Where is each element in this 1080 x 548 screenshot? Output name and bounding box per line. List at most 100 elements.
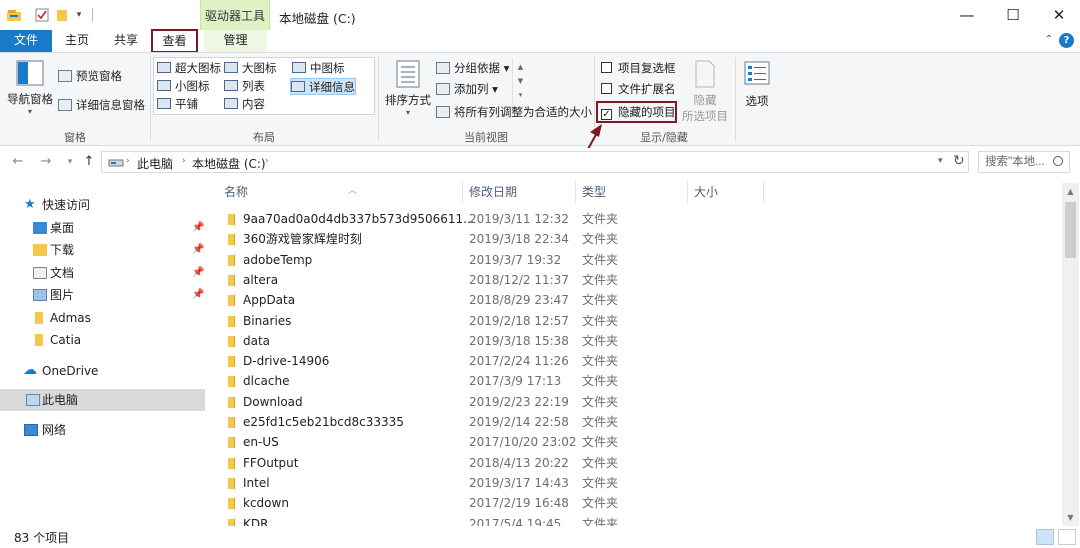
minimize-button[interactable]: — <box>944 0 990 30</box>
details-pane-button[interactable]: 详细信息窗格 <box>58 96 145 114</box>
breadcrumb-separator-icon[interactable]: › <box>182 156 186 166</box>
nav-item-admas[interactable]: Admas <box>0 307 205 329</box>
help-icon[interactable]: ? <box>1059 33 1074 48</box>
file-name[interactable]: 360游戏管家辉煌时刻 <box>243 229 362 249</box>
nav-item-documents[interactable]: 文档 📌 <box>0 262 205 284</box>
properties-icon[interactable] <box>34 7 50 23</box>
file-name[interactable]: data <box>243 331 270 351</box>
nav-item-pictures[interactable]: 图片 📌 <box>0 284 205 306</box>
preview-pane-button[interactable]: 预览窗格 <box>58 67 122 85</box>
details-view-button[interactable] <box>1036 529 1054 545</box>
breadcrumb-separator-icon[interactable]: › <box>265 156 269 166</box>
layout-extra-large-icons[interactable]: 超大图标 <box>157 60 221 77</box>
nav-item-desktop[interactable]: 桌面 📌 <box>0 217 205 239</box>
back-arrow-icon[interactable]: ← <box>10 153 26 171</box>
layout-small-icons[interactable]: 小图标 <box>157 78 210 95</box>
table-row[interactable]: e25fd1c5eb21bcd8c33335 2019/2/14 22:58 文件夹 <box>212 412 1062 432</box>
add-columns-button[interactable]: 添加列 ▾ <box>436 80 498 98</box>
file-name[interactable]: FFOutput <box>243 453 299 473</box>
scroll-up-arrow-icon[interactable]: ▲ <box>1062 183 1079 200</box>
column-header-name[interactable]: 名称 ︿ <box>224 182 357 202</box>
refresh-icon[interactable]: ↻ <box>953 153 965 169</box>
nav-onedrive[interactable]: ☁ OneDrive <box>0 360 205 382</box>
size-all-columns-button[interactable]: 将所有列调整为合适的大小 <box>436 103 592 121</box>
tab-share[interactable]: 共享 <box>103 30 149 52</box>
file-name[interactable]: e25fd1c5eb21bcd8c33335 <box>243 412 404 432</box>
file-name[interactable]: Binaries <box>243 311 291 331</box>
scroll-down-arrow-icon[interactable]: ▼ <box>1062 509 1079 526</box>
file-name[interactable]: kcdown <box>243 493 289 513</box>
nav-item-downloads[interactable]: 下载 📌 <box>0 239 205 261</box>
column-header-type[interactable]: 类型 <box>582 182 606 202</box>
layout-large-icons[interactable]: 大图标 <box>224 60 277 77</box>
customize-quick-access-dropdown[interactable]: ▾ <box>74 7 84 23</box>
file-name[interactable]: Download <box>243 392 303 412</box>
pin-icon[interactable]: 📌 <box>192 239 204 261</box>
column-divider[interactable] <box>462 180 463 204</box>
tab-home[interactable]: 主页 <box>54 30 100 52</box>
layout-details[interactable]: 详细信息 <box>290 78 356 95</box>
table-row[interactable]: 9aa70ad0a0d4db337b573d9506611... 2019/3/1… <box>212 209 1062 229</box>
column-divider[interactable] <box>575 180 576 204</box>
item-checkboxes-checkbox[interactable] <box>601 62 612 73</box>
vertical-scrollbar[interactable]: ▲ ▼ <box>1062 183 1079 526</box>
table-row[interactable]: Download 2019/2/23 22:19 文件夹 <box>212 392 1062 412</box>
new-folder-icon[interactable] <box>56 7 70 23</box>
address-bar[interactable]: › 此电脑 › 本地磁盘 (C:) › ▾ ↻ <box>101 151 969 173</box>
scroll-thumb[interactable] <box>1065 202 1076 258</box>
table-row[interactable]: FFOutput 2018/4/13 20:22 文件夹 <box>212 453 1062 473</box>
file-name[interactable]: Intel <box>243 473 270 493</box>
layout-content[interactable]: 内容 <box>224 96 265 113</box>
table-row[interactable]: D-drive-14906 2017/2/24 11:26 文件夹 <box>212 351 1062 371</box>
table-row[interactable]: en-US 2017/10/20 23:02 文件夹 <box>212 432 1062 452</box>
column-header-date[interactable]: 修改日期 <box>469 182 517 202</box>
file-name[interactable]: en-US <box>243 432 279 452</box>
large-icons-view-button[interactable] <box>1058 529 1076 545</box>
table-row[interactable]: 360游戏管家辉煌时刻 2019/3/18 22:34 文件夹 <box>212 229 1062 249</box>
table-row[interactable]: Intel 2019/3/17 14:43 文件夹 <box>212 473 1062 493</box>
minimize-ribbon-icon[interactable]: ⌃ <box>1043 34 1055 45</box>
hide-selected-items-button[interactable]: 隐藏 所选项目 <box>680 57 730 124</box>
table-row[interactable]: data 2019/3/18 15:38 文件夹 <box>212 331 1062 351</box>
nav-network[interactable]: 网络 <box>0 419 205 441</box>
nav-quick-access[interactable]: ★ 快速访问 <box>0 194 205 216</box>
tab-view[interactable]: 查看 <box>151 29 198 53</box>
breadcrumb-local-disk[interactable]: 本地磁盘 (C:) <box>192 155 266 172</box>
explorer-app-icon[interactable] <box>6 7 22 23</box>
tab-file[interactable]: 文件 <box>0 30 52 52</box>
forward-arrow-icon[interactable]: → <box>38 153 54 171</box>
group-by-button[interactable]: 分组依据 ▾ <box>436 59 509 77</box>
nav-this-pc[interactable]: 此电脑 <box>0 389 205 411</box>
file-name[interactable]: dlcache <box>243 371 290 391</box>
column-header-size[interactable]: 大小 <box>694 182 718 202</box>
file-name[interactable]: altera <box>243 270 278 290</box>
up-arrow-icon[interactable]: ↑ <box>81 153 97 171</box>
file-extensions-toggle[interactable]: 文件扩展名 <box>601 80 676 98</box>
file-extensions-checkbox[interactable] <box>601 83 612 94</box>
options-button[interactable]: 选项 <box>738 57 776 109</box>
file-name[interactable]: adobeTemp <box>243 250 312 270</box>
close-button[interactable]: ✕ <box>1036 0 1080 30</box>
layout-medium-icons[interactable]: 中图标 <box>292 60 345 77</box>
table-row[interactable]: Binaries 2019/2/18 12:57 文件夹 <box>212 311 1062 331</box>
nav-item-catia[interactable]: Catia <box>0 329 205 351</box>
file-name[interactable]: AppData <box>243 290 295 310</box>
table-row[interactable]: AppData 2018/8/29 23:47 文件夹 <box>212 290 1062 310</box>
address-dropdown-chevron-icon[interactable]: ▾ <box>938 156 943 166</box>
table-row[interactable]: adobeTemp 2019/3/7 19:32 文件夹 <box>212 250 1062 270</box>
layout-list[interactable]: 列表 <box>224 78 265 95</box>
file-name[interactable]: KDR <box>243 514 268 527</box>
maximize-button[interactable]: ☐ <box>990 0 1036 30</box>
layout-tiles[interactable]: 平铺 <box>157 96 198 113</box>
table-row[interactable]: altera 2018/12/2 11:37 文件夹 <box>212 270 1062 290</box>
table-row[interactable]: dlcache 2017/3/9 17:13 文件夹 <box>212 371 1062 391</box>
item-checkboxes-toggle[interactable]: 项目复选框 <box>601 59 676 77</box>
breadcrumb-this-pc[interactable]: 此电脑 <box>137 155 173 172</box>
recent-locations-chevron-icon[interactable]: ▾ <box>62 153 78 171</box>
navigation-pane-button[interactable]: 导航窗格 ▾ <box>6 57 54 116</box>
file-name[interactable]: 9aa70ad0a0d4db337b573d9506611... <box>243 209 475 229</box>
pin-icon[interactable]: 📌 <box>192 262 204 284</box>
column-divider[interactable] <box>763 180 764 204</box>
column-divider[interactable] <box>687 180 688 204</box>
pin-icon[interactable]: 📌 <box>192 284 204 306</box>
